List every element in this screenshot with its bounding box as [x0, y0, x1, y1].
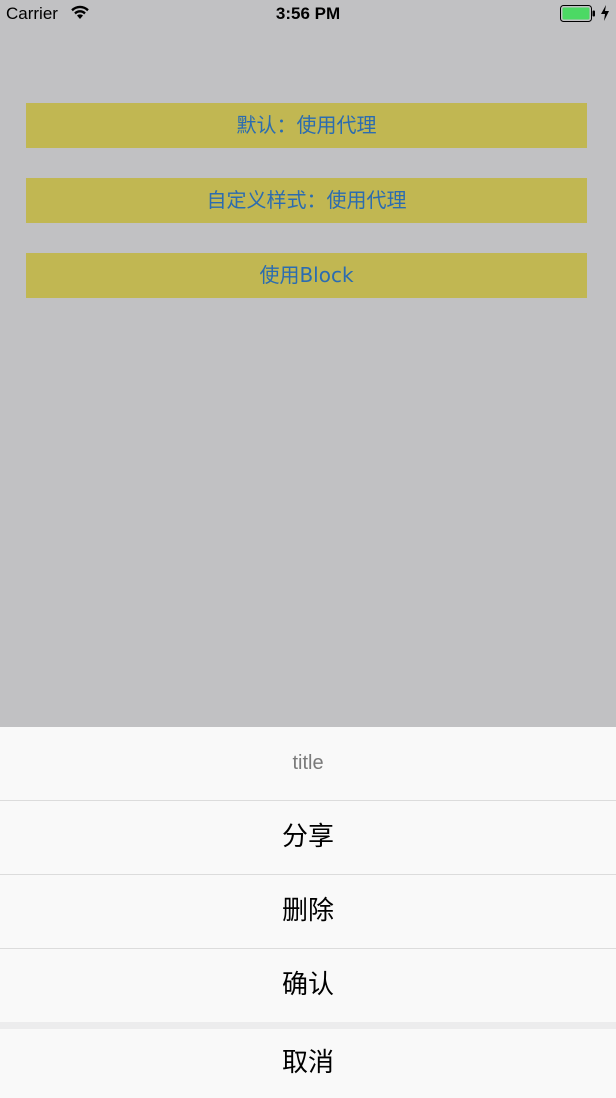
custom-style-delegate-button[interactable]: 自定义样式：使用代理	[26, 178, 587, 223]
delete-button[interactable]: 删除	[0, 875, 616, 948]
cancel-button[interactable]: 取消	[0, 1029, 616, 1098]
action-sheet-title: title	[0, 727, 616, 800]
status-bar: Carrier 3:56 PM	[0, 0, 616, 28]
action-sheet: title 分享 删除 确认 取消	[0, 727, 616, 1098]
confirm-button[interactable]: 确认	[0, 949, 616, 1022]
use-block-button[interactable]: 使用Block	[26, 253, 587, 298]
charging-bolt-icon	[601, 5, 609, 21]
default-delegate-button[interactable]: 默认：使用代理	[26, 103, 587, 148]
battery-icon	[560, 5, 595, 22]
share-button[interactable]: 分享	[0, 801, 616, 874]
status-time: 3:56 PM	[275, 4, 341, 23]
